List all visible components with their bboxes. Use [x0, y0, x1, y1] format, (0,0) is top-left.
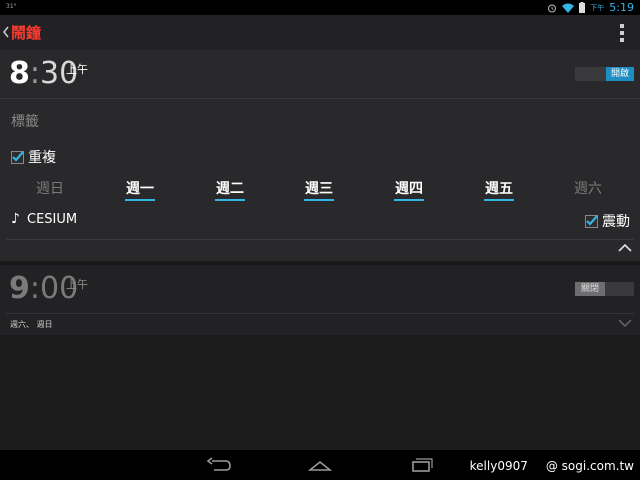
status-bar: 31° 下午 5:19: [0, 0, 640, 15]
alarm-toggle-label: 開啟: [606, 67, 634, 81]
day-fri-button[interactable]: 週五: [474, 178, 524, 201]
chevron-up-icon[interactable]: [618, 243, 632, 253]
checkmark-icon: [586, 214, 598, 226]
divider: [6, 313, 634, 314]
alarm-time-row: 8:30 上午 開啟: [0, 51, 640, 99]
alarm-ampm: 上午: [66, 63, 88, 76]
alarm-toggle-label: 關閉: [575, 282, 605, 296]
day-mon-button[interactable]: 週一: [115, 178, 165, 201]
repeat-label: 重複: [28, 150, 56, 166]
action-bar: 鬧鐘: [0, 15, 640, 51]
day-tue-button[interactable]: 週二: [205, 178, 255, 201]
day-label: 週三: [305, 181, 333, 197]
weekday-selector: 週日 週一 週二 週三 週四 週五 週六: [0, 178, 640, 201]
back-icon[interactable]: [206, 456, 232, 474]
wifi-icon: [562, 3, 575, 13]
repeat-days-summary: 週六、 週日: [10, 320, 53, 329]
vibrate-checkbox[interactable]: [585, 214, 598, 228]
alarm-toggle-switch[interactable]: 開啟: [575, 67, 634, 81]
alarm-icon: [548, 4, 557, 12]
day-label: 週四: [395, 181, 423, 197]
ringtone-selector[interactable]: CESIUM: [27, 212, 77, 227]
vibrate-row[interactable]: 震動: [585, 211, 630, 231]
music-note-icon: ♪: [11, 211, 20, 227]
day-thu-button[interactable]: 週四: [384, 178, 434, 201]
battery-icon: [579, 2, 586, 13]
alarm-item-collapsed[interactable]: 9:00 上午 關閉 週六、 週日: [0, 263, 640, 335]
watermark-user: kelly0907: [469, 459, 528, 473]
status-clock: 5:19: [609, 1, 634, 14]
overflow-menu-icon[interactable]: [618, 24, 626, 42]
alarm-item-expanded: 8:30 上午 開啟 標籤 重複 週日 週一 週二 週三 週四 週五 週六 ♪ …: [0, 51, 640, 261]
day-label: 週五: [485, 181, 513, 197]
watermark-site: @ sogi.com.tw: [545, 459, 634, 473]
watermark: kelly0907 @ sogi.com.tw: [470, 459, 634, 473]
vibrate-label: 震動: [602, 214, 630, 230]
status-ampm: 下午: [590, 3, 605, 12]
day-wed-button[interactable]: 週三: [294, 178, 344, 201]
alarm-time-separator: :: [29, 271, 40, 306]
day-label: 週一: [126, 181, 154, 197]
day-sun-button[interactable]: 週日: [25, 178, 75, 198]
day-label: 週二: [216, 181, 244, 197]
day-label: 週日: [36, 181, 64, 197]
label-field[interactable]: 標籤: [11, 111, 39, 131]
back-chevron-icon[interactable]: [2, 24, 10, 40]
alarm-toggle-switch[interactable]: 關閉: [575, 282, 634, 296]
home-icon[interactable]: [308, 456, 332, 474]
day-label: 週六: [574, 181, 602, 197]
day-sat-button[interactable]: 週六: [563, 178, 613, 198]
navigation-bar: kelly0907 @ sogi.com.tw: [0, 450, 640, 480]
ringtone-row: ♪ CESIUM 震動: [0, 211, 640, 231]
divider: [6, 239, 634, 240]
repeat-row[interactable]: 重複: [11, 147, 56, 167]
recent-apps-icon[interactable]: [410, 456, 434, 474]
alarm-time-separator: :: [29, 56, 40, 91]
repeat-checkbox[interactable]: [11, 150, 24, 164]
alarm-hour: 9: [9, 271, 30, 306]
page-title[interactable]: 鬧鐘: [11, 22, 41, 43]
alarm-ampm: 上午: [66, 278, 88, 291]
chevron-down-icon[interactable]: [618, 318, 632, 328]
temperature-text: 31°: [6, 3, 17, 10]
checkmark-icon: [12, 150, 24, 162]
alarm-hour: 8: [9, 56, 30, 91]
